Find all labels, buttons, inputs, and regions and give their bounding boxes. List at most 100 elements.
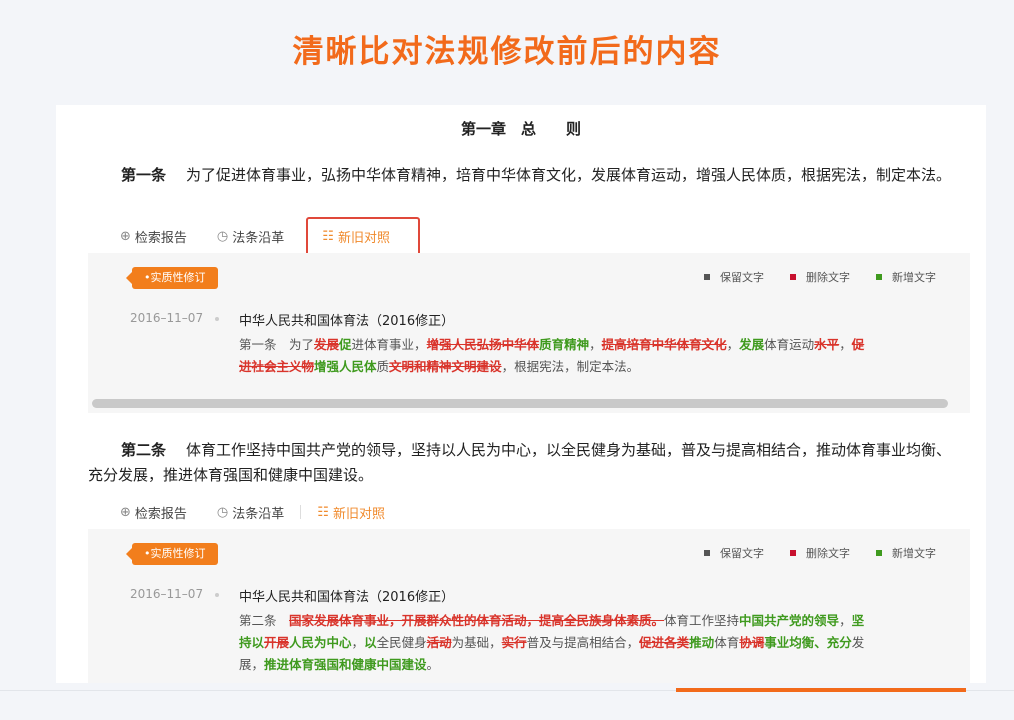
diff-line: 第一条 为了发展促进体育事业，增强人民弘扬中华体质育精神，提高培育中华体育文化，… — [239, 334, 939, 356]
revision-date: 2016–11–07 — [130, 587, 204, 601]
history-button[interactable]: ◷ 法条沿革 — [217, 227, 284, 246]
article-number: 第一条 — [121, 166, 167, 184]
diff-segment-keep: 为基础， — [451, 635, 502, 650]
diff-segment-del: 协调 — [739, 635, 765, 650]
revision-badge: •实质性修订 — [126, 267, 218, 289]
diff-segment-keep: ， — [839, 613, 852, 628]
legend-delete: 删除文字 — [790, 269, 850, 285]
history-label: 法条沿革 — [232, 506, 285, 522]
diff-segment-add: 以 — [364, 635, 377, 650]
chapter-title: 第一章 总 则 — [460, 120, 581, 138]
horizontal-scrollbar[interactable] — [92, 399, 948, 408]
diff-segment-del: 开展 — [264, 635, 290, 650]
diff-segment-del: 增强人民弘扬中华体 — [426, 337, 540, 352]
diff-segment-del: 文明和精神文明建设 — [389, 359, 502, 374]
search-report-label: 检索报告 — [134, 506, 187, 522]
compare-icon: ☷ — [322, 228, 334, 244]
diff-text: 第一条 为了发展促进体育事业，增强人民弘扬中华体质育精神，提高培育中华体育文化，… — [239, 334, 939, 378]
diff-segment-del: 进社会主义物 — [239, 359, 315, 374]
revision-badge: •实质性修订 — [126, 543, 218, 565]
search-report-button[interactable]: ⊕ 检索报告 — [120, 503, 187, 522]
plus-circle-icon: ⊕ — [120, 504, 131, 520]
diff-segment-keep: 展， — [239, 657, 265, 672]
search-report-button[interactable]: ⊕ 检索报告 — [120, 227, 187, 246]
legend-delete: 删除文字 — [790, 545, 850, 561]
revision-law-title[interactable]: 中华人民共和国体育法（2016修正） — [239, 310, 454, 329]
diff-segment-add: 事业均衡、充分 — [764, 635, 852, 650]
diff-line: 持以开展人民为中心，以全民健身活动为基础，实行普及与提高相结合，促进各类推动体育… — [239, 632, 939, 654]
diff-segment-keep: 体育 — [714, 635, 740, 650]
diff-segment-del: 活动 — [426, 635, 452, 650]
diff-segment-keep: 质 — [376, 359, 390, 374]
diff-segment-del: 发展 — [314, 337, 340, 352]
compare-button[interactable]: ☷ 新旧对照 — [306, 216, 420, 256]
diff-segment-keep: ， — [726, 337, 740, 352]
timeline-dot — [215, 593, 219, 597]
diff-segment-keep: 体育运动 — [764, 337, 815, 352]
diff-segment-keep: 全民健身 — [376, 635, 427, 650]
diff-segment-add: 推进体育强国和健康中国建设 — [264, 657, 427, 672]
diff-segment-del: 促进各类 — [639, 635, 690, 650]
legend-keep: 保留文字 — [704, 545, 764, 561]
diff-segment-add: 促 — [339, 337, 352, 352]
law-content-card: 第一章 总 则 第一条 为了促进体育事业，弘扬中华体育精神，培育中华体育文化，发展… — [56, 105, 986, 683]
diff-segment-del: 国家发展体育事业，开展群众性的体育活动，提高全民族身体素质。 — [289, 613, 665, 628]
article-body: 体育工作坚持中国共产党的领导，坚持以人民为中心，以全民健身为基础，普及与提高相结… — [88, 441, 952, 484]
diff-segment-add: 人民为中心 — [289, 635, 352, 650]
diff-segment-keep: ， — [351, 635, 365, 650]
diff-segment-del: 提高培育中华体育文化 — [601, 337, 727, 352]
timeline-dot — [215, 317, 219, 321]
legend-add: 新增文字 — [876, 269, 936, 285]
diff-line: 展，推进体育强国和健康中国建设。 — [239, 654, 939, 676]
revision-law-title[interactable]: 中华人民共和国体育法（2016修正） — [239, 586, 454, 605]
compare-icon: ☷ — [317, 504, 329, 520]
diff-segment-keep: 进体育事业， — [351, 337, 427, 352]
clock-icon: ◷ — [216, 504, 229, 520]
page-headline: 清晰比对法规修改前后的内容 — [292, 34, 722, 70]
diff-segment-keep: ，根据宪法，制定本法。 — [501, 359, 640, 374]
diff-segment-add: 持以 — [239, 635, 265, 650]
diff-segment-add: 中国共产党的领导 — [739, 613, 840, 628]
article-body: 为了促进体育事业，弘扬中华体育精神，培育中华体育文化，发展体育运动，增强人民体质… — [186, 166, 952, 184]
diff-legend: 保留文字 删除文字 新增文字 — [678, 269, 936, 285]
compare-label: 新旧对照 — [332, 506, 385, 522]
toolbar-divider — [300, 505, 302, 519]
diff-line: 进社会主义物增强人民体质文明和精神文明建设，根据宪法，制定本法。 — [239, 356, 939, 378]
article-2-toolbar: ⊕ 检索报告 ◷ 法条沿革 ☷ 新旧对照 — [120, 501, 415, 523]
diff-segment-keep: 第二条 — [239, 613, 290, 628]
accent-bar — [676, 688, 966, 692]
diff-text: 第二条 国家发展体育事业，开展群众性的体育活动，提高全民族身体素质。体育工作坚持… — [239, 610, 939, 676]
compare-button[interactable]: ☷ 新旧对照 — [317, 503, 385, 522]
legend-add: 新增文字 — [876, 545, 936, 561]
diff-segment-del: 促 — [851, 337, 865, 352]
diff-segment-add: 质育精神 — [539, 337, 590, 352]
legend-keep: 保留文字 — [704, 269, 764, 285]
diff-segment-keep: ， — [589, 337, 602, 352]
diff-segment-keep: ， — [839, 337, 852, 352]
revision-date: 2016–11–07 — [130, 311, 204, 325]
clock-icon: ◷ — [216, 228, 229, 244]
article-1-text: 第一条 为了促进体育事业，弘扬中华体育精神，培育中华体育文化，发展体育运动，增强人… — [88, 163, 960, 188]
compare-panel-2: •实质性修订 保留文字 删除文字 新增文字 2016–11–07 中华人民共和国… — [88, 529, 970, 683]
diff-legend: 保留文字 删除文字 新增文字 — [678, 545, 936, 561]
plus-circle-icon: ⊕ — [120, 228, 131, 244]
diff-segment-del: 水平 — [814, 337, 840, 352]
compare-label: 新旧对照 — [337, 230, 390, 246]
compare-panel-1: •实质性修订 保留文字 删除文字 新增文字 2016–11–07 中华人民共和国… — [88, 253, 970, 413]
history-button[interactable]: ◷ 法条沿革 — [217, 503, 284, 522]
diff-segment-add: 坚 — [851, 613, 865, 628]
diff-segment-keep: 发 — [851, 635, 865, 650]
diff-segment-add: 发展 — [739, 337, 765, 352]
article-2-text: 第二条 体育工作坚持中国共产党的领导，坚持以人民为中心，以全民健身为基础，普及与提… — [88, 438, 960, 488]
article-1-toolbar: ⊕ 检索报告 ◷ 法条沿革 ☷ 新旧对照 — [120, 216, 450, 256]
search-report-label: 检索报告 — [134, 230, 187, 246]
history-label: 法条沿革 — [232, 230, 285, 246]
diff-segment-del: 实行 — [501, 635, 527, 650]
diff-segment-keep: 普及与提高相结合， — [526, 635, 640, 650]
diff-segment-keep: 体育工作坚持 — [664, 613, 740, 628]
diff-segment-add: 增强人民体 — [314, 359, 377, 374]
diff-line: 第二条 国家发展体育事业，开展群众性的体育活动，提高全民族身体素质。体育工作坚持… — [239, 610, 939, 632]
diff-segment-add: 推动 — [689, 635, 715, 650]
diff-segment-keep: 第一条 为了 — [239, 337, 315, 352]
diff-segment-keep: 。 — [426, 657, 440, 672]
